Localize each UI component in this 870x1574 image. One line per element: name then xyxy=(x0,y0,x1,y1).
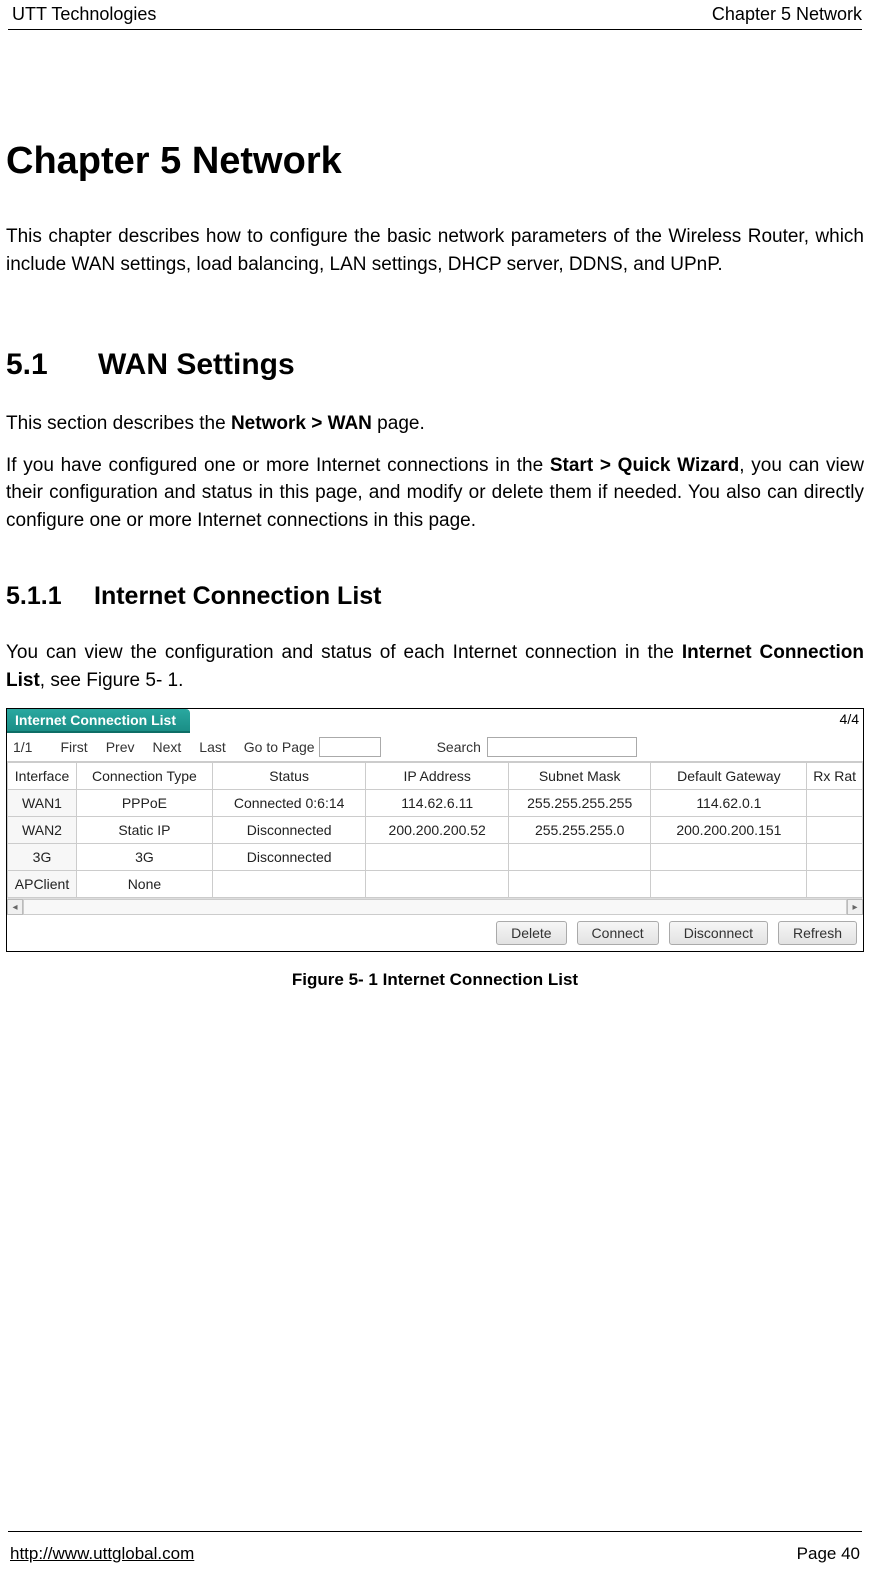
cell-rx xyxy=(807,844,863,871)
col-status[interactable]: Status xyxy=(212,763,366,790)
table-row[interactable]: 3G 3G Disconnected xyxy=(8,844,863,871)
pager-page-label: Page xyxy=(282,739,315,755)
table-row[interactable]: WAN1 PPPoE Connected 0:6:14 114.62.6.11 … xyxy=(8,790,863,817)
text: You can view the configuration and statu… xyxy=(6,642,682,663)
col-ip-address[interactable]: IP Address xyxy=(366,763,509,790)
cell-mask xyxy=(508,871,651,898)
cell-ip: 200.200.200.52 xyxy=(366,817,509,844)
header-left: UTT Technologies xyxy=(12,4,156,25)
cell-ctype: PPPoE xyxy=(77,790,213,817)
pager-prev[interactable]: Prev xyxy=(106,739,153,755)
nav-path: Start > Quick Wizard xyxy=(550,455,739,476)
subsection-p: You can view the configuration and statu… xyxy=(6,639,864,694)
cell-ip xyxy=(366,871,509,898)
disconnect-button[interactable]: Disconnect xyxy=(669,921,768,945)
screenshot-figure: Internet Connection List 4/4 1/1 First P… xyxy=(6,708,864,952)
cell-status: Disconnected xyxy=(212,817,366,844)
cell-gw: 200.200.200.151 xyxy=(651,817,807,844)
footer-link[interactable]: http://www.uttglobal.com xyxy=(10,1544,194,1564)
scroll-left-icon[interactable]: ◂ xyxy=(7,899,23,915)
cell-rx xyxy=(807,871,863,898)
goto-page-input[interactable] xyxy=(319,737,381,757)
cell-ctype: Static IP xyxy=(77,817,213,844)
intro-paragraph: This chapter describes how to configure … xyxy=(6,223,864,278)
cell-ctype: 3G xyxy=(77,844,213,871)
cell-status xyxy=(212,871,366,898)
cell-gw xyxy=(651,844,807,871)
footer-page: Page 40 xyxy=(797,1544,860,1564)
connect-button[interactable]: Connect xyxy=(577,921,659,945)
text: This section describes the xyxy=(6,413,231,434)
footer-rule xyxy=(8,1531,862,1532)
cell-gw xyxy=(651,871,807,898)
subsection-number: 5.1.1 xyxy=(6,582,94,611)
cell-rx xyxy=(807,817,863,844)
nav-path: Network > WAN xyxy=(231,413,372,434)
col-subnet-mask[interactable]: Subnet Mask xyxy=(508,763,651,790)
pager-next[interactable]: Next xyxy=(152,739,199,755)
action-buttons: Delete Connect Disconnect Refresh xyxy=(7,915,863,951)
section-p1: This section describes the Network > WAN… xyxy=(6,410,864,438)
cell-status: Connected 0:6:14 xyxy=(212,790,366,817)
col-rx-rate[interactable]: Rx Rat xyxy=(807,763,863,790)
scroll-right-icon[interactable]: ▸ xyxy=(847,899,863,915)
cell-mask: 255.255.255.0 xyxy=(508,817,651,844)
cell-interface: 3G xyxy=(8,844,77,871)
text: If you have configured one or more Inter… xyxy=(6,455,550,476)
connection-table: Interface Connection Type Status IP Addr… xyxy=(7,762,863,898)
col-connection-type[interactable]: Connection Type xyxy=(77,763,213,790)
col-default-gateway[interactable]: Default Gateway xyxy=(651,763,807,790)
section-title: WAN Settings xyxy=(98,348,295,381)
cell-ip xyxy=(366,844,509,871)
pager-pos: 1/1 xyxy=(13,739,60,755)
cell-mask xyxy=(508,844,651,871)
text: page. xyxy=(372,413,425,434)
subsection-title: Internet Connection List xyxy=(94,582,382,610)
delete-button[interactable]: Delete xyxy=(496,921,566,945)
header-rule xyxy=(8,29,862,30)
refresh-button[interactable]: Refresh xyxy=(778,921,857,945)
header-right: Chapter 5 Network xyxy=(712,4,862,25)
table-header-row: Interface Connection Type Status IP Addr… xyxy=(8,763,863,790)
panel-title: Internet Connection List xyxy=(7,709,190,733)
section-p2: If you have configured one or more Inter… xyxy=(6,452,864,535)
horizontal-scrollbar[interactable]: ◂ ▸ xyxy=(7,898,863,915)
table-row[interactable]: APClient None xyxy=(8,871,863,898)
cell-interface: WAN2 xyxy=(8,817,77,844)
table-row[interactable]: WAN2 Static IP Disconnected 200.200.200.… xyxy=(8,817,863,844)
scroll-track[interactable] xyxy=(23,899,847,915)
search-label: Search xyxy=(437,739,481,755)
pager: 1/1 First Prev Next Last Go to Page Sear… xyxy=(7,733,863,762)
col-interface[interactable]: Interface xyxy=(8,763,77,790)
chapter-title: Chapter 5 Network xyxy=(6,140,864,183)
cell-status: Disconnected xyxy=(212,844,366,871)
search-input[interactable] xyxy=(487,737,637,757)
pager-goto-label: Go to xyxy=(244,739,278,755)
cell-ip: 114.62.6.11 xyxy=(366,790,509,817)
cell-gw: 114.62.0.1 xyxy=(651,790,807,817)
cell-ctype: None xyxy=(77,871,213,898)
figure-caption: Figure 5- 1 Internet Connection List xyxy=(6,970,864,990)
cell-interface: APClient xyxy=(8,871,77,898)
text: , see Figure 5- 1. xyxy=(40,670,184,691)
cell-interface: WAN1 xyxy=(8,790,77,817)
section-number: 5.1 xyxy=(6,348,98,382)
record-count: 4/4 xyxy=(840,709,863,727)
pager-first[interactable]: First xyxy=(60,739,105,755)
cell-rx xyxy=(807,790,863,817)
cell-mask: 255.255.255.255 xyxy=(508,790,651,817)
pager-last[interactable]: Last xyxy=(199,739,243,755)
subsection-heading: 5.1.1Internet Connection List xyxy=(6,582,864,611)
section-heading: 5.1WAN Settings xyxy=(6,348,864,382)
